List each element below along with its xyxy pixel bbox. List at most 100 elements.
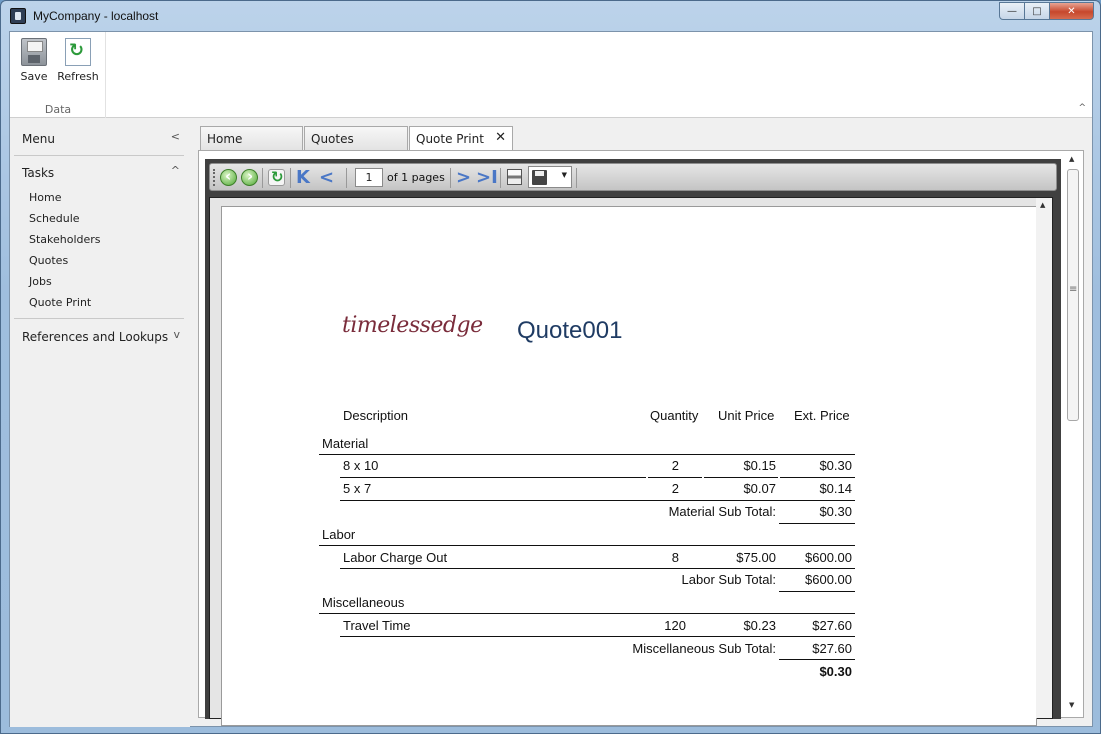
row-rule — [340, 477, 646, 478]
scroll-down-icon[interactable]: ▼ — [1069, 701, 1074, 709]
sidebar-divider — [14, 155, 184, 156]
refresh-report-icon[interactable] — [268, 168, 285, 186]
tab-quotes[interactable]: Quotes — [304, 126, 408, 151]
tasks-label: Tasks — [22, 166, 55, 180]
item-quantity: 120 — [664, 618, 686, 633]
close-tab-icon[interactable]: ✕ — [495, 130, 506, 145]
tab-strip: Home Quotes Quote Print ✕ — [198, 126, 1088, 152]
item-description: Travel Time — [343, 618, 411, 633]
save-label: Save — [20, 70, 48, 83]
scrollbar-thumb[interactable] — [1067, 169, 1079, 421]
print-icon[interactable] — [507, 169, 522, 185]
subtotal-label-labor: Labor Sub Total: — [681, 572, 776, 587]
toolbar-separator — [346, 168, 347, 188]
row-rule — [340, 568, 855, 569]
item-description: 5 x 7 — [343, 481, 372, 496]
section-rule — [319, 454, 855, 455]
scroll-up-icon[interactable]: ▲ — [1040, 201, 1045, 209]
section-title-miscellaneous: Miscellaneous — [322, 595, 405, 610]
forward-icon[interactable] — [241, 167, 258, 186]
item-quantity: 2 — [671, 458, 679, 473]
page-count-label: of 1 pages — [387, 171, 445, 184]
logo-text: timelessedge — [342, 313, 483, 338]
sidebar-item-home[interactable]: Home — [29, 191, 61, 204]
save-disk-icon — [532, 170, 547, 185]
page-number-input[interactable]: 1 — [355, 168, 383, 187]
section-title-labor: Labor — [322, 527, 356, 542]
next-page-icon[interactable]: > — [456, 167, 471, 188]
row-rule — [340, 500, 855, 501]
item-ext-price: $0.14 — [819, 481, 852, 496]
toolbar-grip[interactable] — [213, 169, 215, 186]
subtotal-labor: $600.00 — [805, 572, 852, 587]
toolbar-separator — [450, 168, 451, 188]
ribbon-group-data: Save Refresh Data — [10, 32, 106, 118]
save-button[interactable]: Save — [12, 38, 56, 83]
header-description: Description — [343, 408, 409, 423]
refresh-button[interactable]: Refresh — [56, 38, 100, 83]
chevron-left-icon[interactable]: < — [171, 130, 180, 143]
dropdown-arrow-icon: ▼ — [561, 171, 567, 179]
references-label: References and Lookups — [22, 330, 169, 344]
references-header[interactable]: References and Lookups v — [14, 321, 184, 351]
item-unit-price: $0.23 — [743, 618, 776, 633]
refresh-label: Refresh — [57, 70, 99, 83]
toolbar-separator — [500, 168, 501, 188]
chevron-down-icon[interactable]: v — [173, 328, 180, 341]
back-icon[interactable] — [220, 167, 237, 186]
header-unit-price: Unit Price — [718, 408, 775, 423]
report-toolbar: K < 1 of 1 pages > >I ▼ — [209, 163, 1057, 191]
sidebar-item-stakeholders[interactable]: Stakeholders — [29, 233, 101, 246]
sidebar-item-quotes[interactable]: Quotes — [29, 254, 68, 267]
refresh-icon — [65, 38, 91, 66]
client-area: Save Refresh Data ^ Menu < Tasks ^ Home — [9, 31, 1093, 727]
item-description: 8 x 10 — [343, 458, 379, 473]
row-rule — [340, 636, 855, 637]
tab-label: Home — [207, 132, 243, 146]
subtotal-miscellaneous: $27.60 — [812, 641, 852, 656]
ribbon-collapse-icon[interactable]: ^ — [1078, 103, 1086, 113]
scroll-up-icon[interactable]: ▲ — [1069, 155, 1074, 163]
section-rule — [319, 613, 855, 614]
sidebar-item-jobs[interactable]: Jobs — [29, 275, 52, 288]
row-rule — [780, 477, 855, 478]
maximize-button[interactable]: □ — [1024, 2, 1050, 20]
page-scrollbar[interactable]: ▲ — [1036, 198, 1052, 718]
ribbon-group-label: Data — [44, 103, 72, 116]
close-window-button[interactable]: ✕ — [1049, 2, 1094, 20]
tab-content: K < 1 of 1 pages > >I ▼ — [198, 150, 1084, 726]
subtotal-rule — [779, 659, 855, 660]
previous-page-icon[interactable]: < — [319, 167, 334, 188]
export-dropdown[interactable]: ▼ — [528, 166, 572, 188]
app-icon — [10, 8, 26, 24]
first-page-icon[interactable]: K — [296, 167, 310, 188]
report-viewer: K < 1 of 1 pages > >I ▼ — [205, 159, 1061, 726]
section-rule — [319, 545, 855, 546]
tab-home[interactable]: Home — [200, 126, 303, 151]
item-unit-price: $0.07 — [743, 481, 776, 496]
sidebar-item-schedule[interactable]: Schedule — [29, 212, 80, 225]
save-icon — [21, 38, 47, 66]
sidebar-item-quote-print[interactable]: Quote Print — [29, 296, 91, 309]
subtotal-label-miscellaneous: Miscellaneous Sub Total: — [632, 641, 776, 656]
item-quantity: 2 — [671, 481, 679, 496]
application-window: MyCompany - localhost — □ ✕ Save Refresh… — [0, 0, 1101, 734]
subtotal-label-material: Material Sub Total: — [668, 504, 776, 519]
minimize-button[interactable]: — — [999, 2, 1025, 20]
chevron-up-icon[interactable]: ^ — [171, 164, 180, 177]
item-ext-price: $27.60 — [812, 618, 852, 633]
tasks-header[interactable]: Tasks ^ — [14, 157, 184, 187]
ribbon: Save Refresh Data ^ — [10, 32, 1092, 118]
report-page: timelessedge Quote001 Description Quanti… — [221, 206, 1037, 726]
header-quantity: Quantity — [650, 408, 699, 423]
item-ext-price: $600.00 — [805, 550, 852, 565]
menu-label: Menu — [22, 132, 55, 146]
last-page-icon[interactable]: >I — [476, 167, 498, 188]
menu-header[interactable]: Menu < — [14, 123, 184, 153]
toolbar-separator — [262, 168, 263, 188]
row-rule — [648, 477, 702, 478]
tab-quote-print[interactable]: Quote Print ✕ — [409, 126, 513, 152]
content-scrollbar[interactable]: ▲ ▼ — [1065, 155, 1081, 711]
window-title: MyCompany - localhost — [33, 9, 159, 23]
item-unit-price: $0.15 — [743, 458, 776, 473]
